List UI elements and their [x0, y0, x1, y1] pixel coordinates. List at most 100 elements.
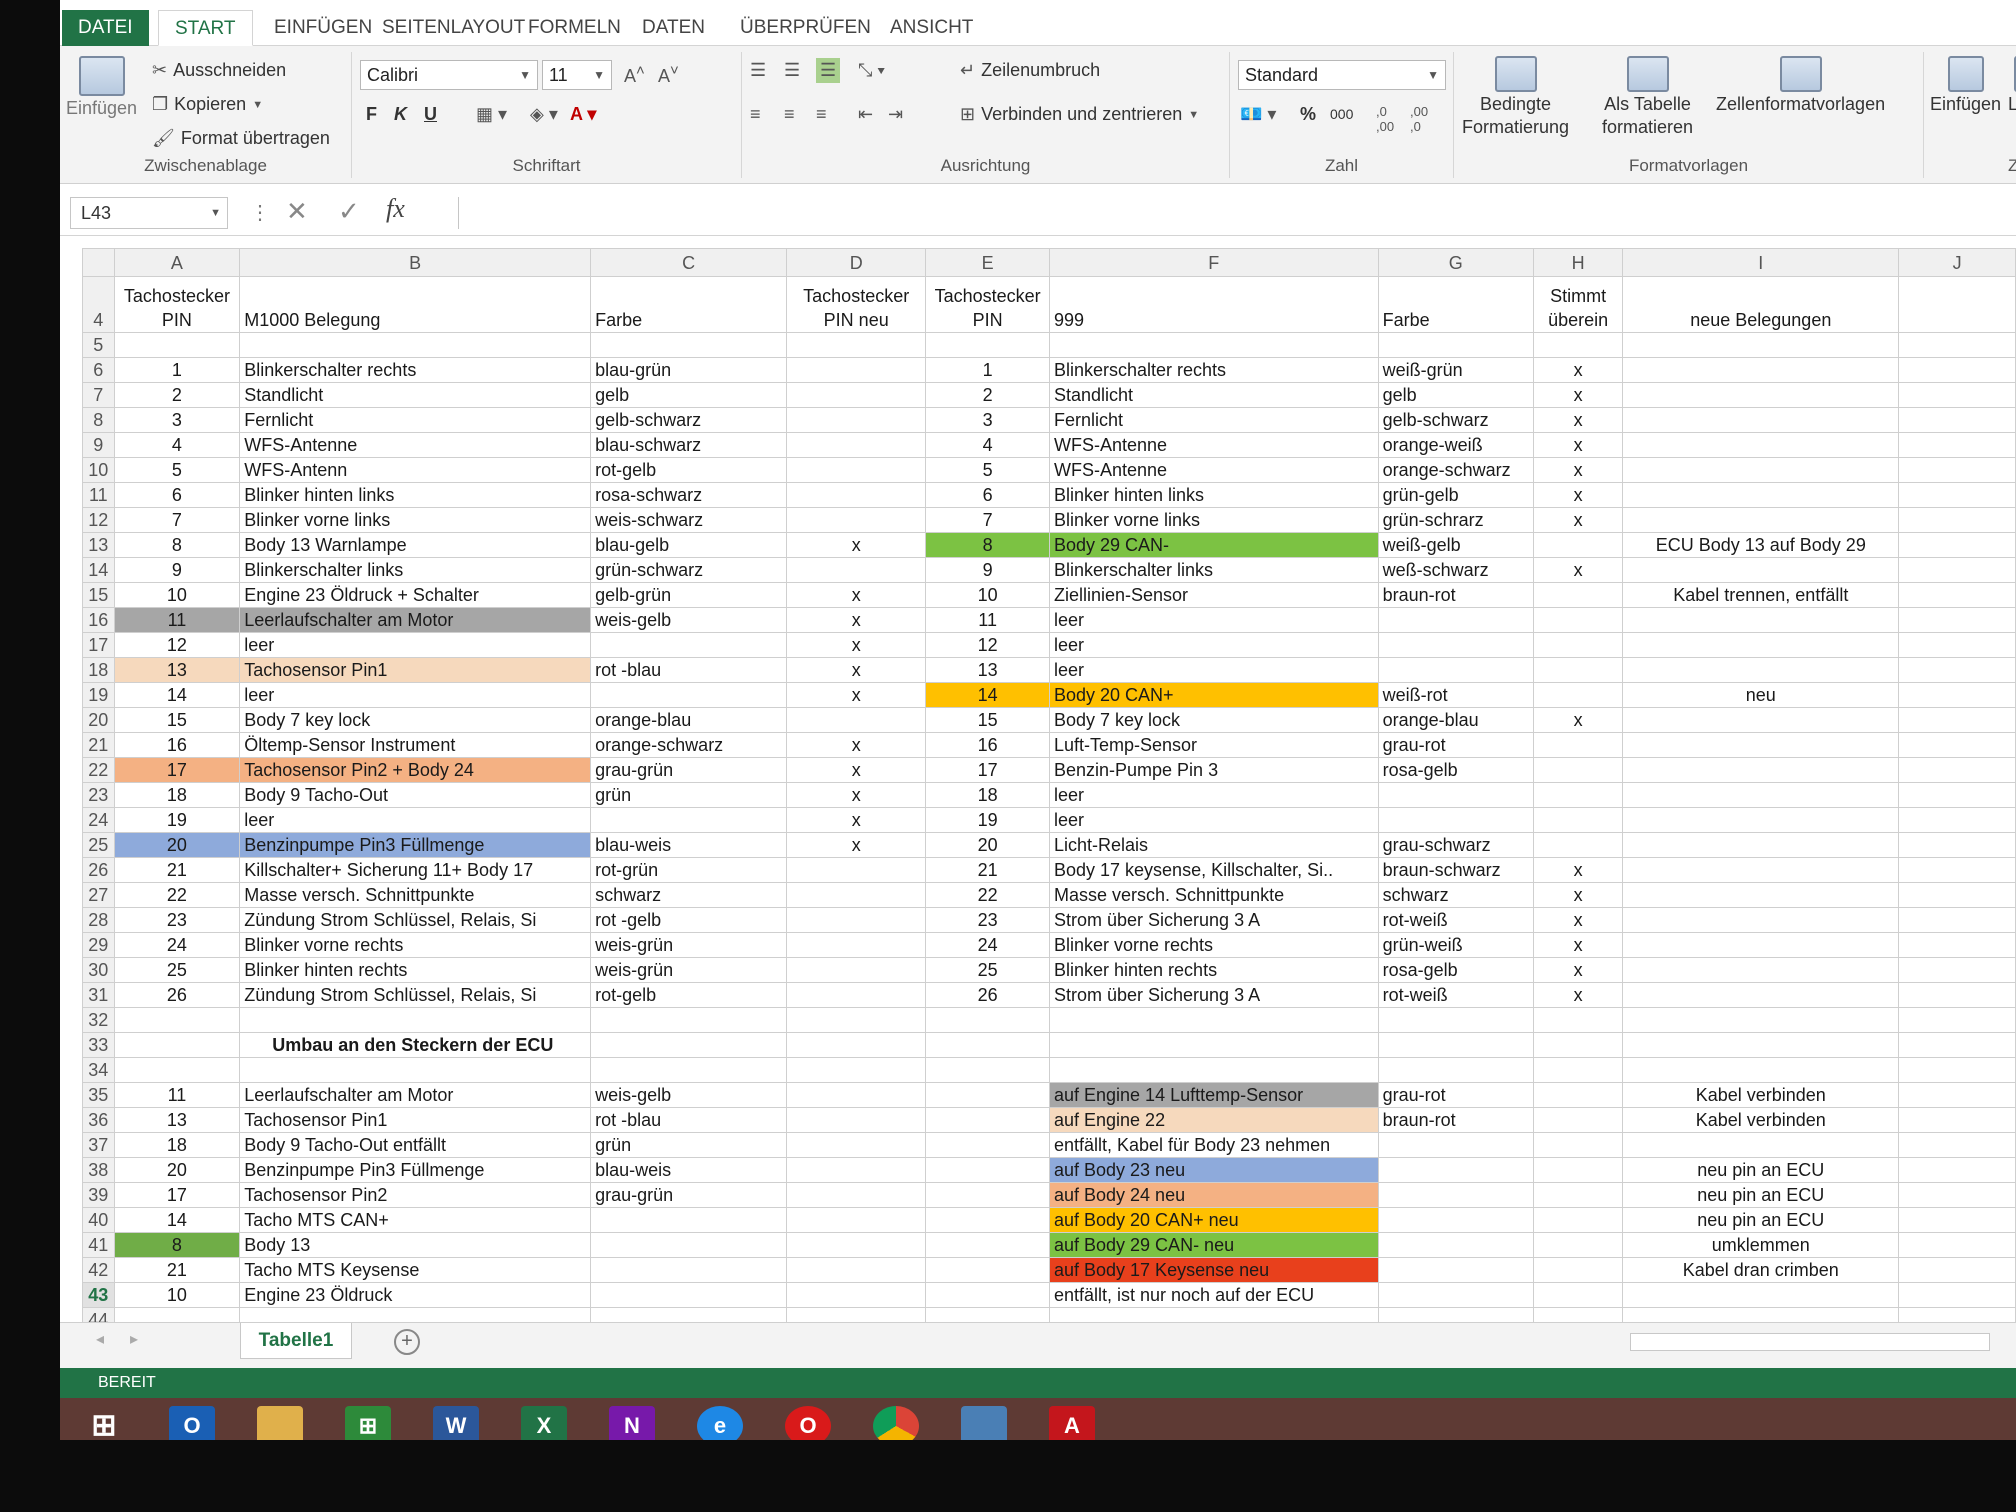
- paste-button[interactable]: Einfügen: [66, 56, 137, 119]
- cell[interactable]: weis-gelb: [590, 607, 788, 633]
- cell[interactable]: Tachosensor Pin2 + Body 24: [239, 757, 592, 783]
- row-header[interactable]: 13: [82, 532, 115, 558]
- cancel-icon[interactable]: ✕: [286, 196, 308, 227]
- cell[interactable]: [786, 1257, 927, 1283]
- cell[interactable]: 13: [113, 657, 241, 683]
- cell[interactable]: [1622, 632, 1900, 658]
- row-header[interactable]: 12: [82, 507, 115, 533]
- select-all-corner[interactable]: [82, 248, 115, 277]
- cell[interactable]: [1898, 507, 2016, 533]
- cell[interactable]: entfällt, Kabel für Body 23 nehmen: [1048, 1132, 1379, 1158]
- wrap-text-button[interactable]: ↵ Zeilenumbruch: [960, 60, 1100, 81]
- cell[interactable]: [786, 432, 927, 458]
- row-header[interactable]: 11: [82, 482, 115, 508]
- cell[interactable]: WFS-Antenne: [1048, 457, 1379, 483]
- cell[interactable]: 4: [113, 432, 241, 458]
- cell[interactable]: [786, 1182, 927, 1208]
- cell[interactable]: Standlicht: [1048, 382, 1379, 408]
- cell[interactable]: weis-schwarz: [590, 507, 788, 533]
- cell[interactable]: x: [1532, 457, 1624, 483]
- cell[interactable]: weis-grün: [590, 957, 788, 983]
- cell[interactable]: [925, 1057, 1050, 1083]
- cell[interactable]: grau-grün: [590, 757, 788, 783]
- cell[interactable]: x: [1532, 482, 1624, 508]
- cell[interactable]: grün-schrarz: [1377, 507, 1534, 533]
- cell[interactable]: [786, 982, 927, 1008]
- cell[interactable]: grau-grün: [590, 1182, 788, 1208]
- cell[interactable]: 8: [113, 1232, 241, 1258]
- cell[interactable]: [1048, 1032, 1379, 1058]
- cell[interactable]: [1532, 532, 1624, 558]
- currency-button[interactable]: 💶 ▾: [1240, 104, 1276, 125]
- cell[interactable]: [1622, 357, 1900, 383]
- cell[interactable]: auf Body 29 CAN- neu: [1048, 1232, 1379, 1258]
- row-header[interactable]: 32: [82, 1007, 115, 1033]
- cell[interactable]: 1: [925, 357, 1050, 383]
- add-sheet-icon[interactable]: +: [394, 1329, 420, 1355]
- cell[interactable]: [113, 1032, 241, 1058]
- cell[interactable]: [1898, 432, 2016, 458]
- cell[interactable]: [590, 1032, 788, 1058]
- cell[interactable]: x: [1532, 882, 1624, 908]
- cell[interactable]: [1898, 1207, 2016, 1233]
- cell[interactable]: [1048, 332, 1379, 358]
- tab-formeln[interactable]: FORMELN: [512, 10, 637, 46]
- confirm-icon[interactable]: ✓: [338, 196, 360, 227]
- insert-function-button[interactable]: fx: [386, 194, 405, 224]
- cell[interactable]: [1622, 982, 1900, 1008]
- cell[interactable]: 25: [113, 957, 241, 983]
- cell[interactable]: [786, 482, 927, 508]
- cell[interactable]: Blinker vorne links: [239, 507, 592, 533]
- cell[interactable]: [1048, 1057, 1379, 1083]
- cell[interactable]: Fernlicht: [1048, 407, 1379, 433]
- row-header[interactable]: 23: [82, 782, 115, 808]
- cell[interactable]: orange-blau: [590, 707, 788, 733]
- row-header[interactable]: 33: [82, 1032, 115, 1058]
- cell[interactable]: [786, 1107, 927, 1133]
- cell[interactable]: [1622, 1032, 1900, 1058]
- cell[interactable]: [1532, 332, 1624, 358]
- cell[interactable]: [1622, 407, 1900, 433]
- cell[interactable]: [1532, 1257, 1624, 1283]
- formula-input[interactable]: [458, 197, 2016, 229]
- cell[interactable]: weiß-gelb: [1377, 532, 1534, 558]
- cell[interactable]: umklemmen: [1622, 1232, 1900, 1258]
- cell[interactable]: [1622, 1282, 1900, 1308]
- cell[interactable]: 15: [113, 707, 241, 733]
- cell[interactable]: [1532, 807, 1624, 833]
- cell[interactable]: 10: [113, 582, 241, 608]
- cell[interactable]: [1622, 732, 1900, 758]
- cell[interactable]: leer: [1048, 782, 1379, 808]
- cell[interactable]: [1377, 1207, 1534, 1233]
- cell[interactable]: [786, 1232, 927, 1258]
- cell[interactable]: [1377, 657, 1534, 683]
- column-header[interactable]: C: [590, 248, 788, 277]
- cell[interactable]: 22: [925, 882, 1050, 908]
- cell[interactable]: [925, 1182, 1050, 1208]
- header-cell[interactable]: Tachostecker PIN: [925, 276, 1050, 333]
- cell[interactable]: Body 7 key lock: [1048, 707, 1379, 733]
- grow-font-button[interactable]: A˄: [624, 62, 645, 87]
- cell[interactable]: orange-schwarz: [1377, 457, 1534, 483]
- cell[interactable]: Benzinpumpe Pin3 Füllmenge: [239, 1157, 592, 1183]
- cell[interactable]: [590, 1257, 788, 1283]
- cell[interactable]: x: [786, 532, 927, 558]
- taskbar-onenote[interactable]: N: [588, 1398, 676, 1440]
- cell[interactable]: Öltemp-Sensor Instrument: [239, 732, 592, 758]
- cell[interactable]: blau-schwarz: [590, 432, 788, 458]
- cell[interactable]: x: [1532, 557, 1624, 583]
- row-header[interactable]: 18: [82, 657, 115, 683]
- cell[interactable]: weß-schwarz: [1377, 557, 1534, 583]
- cell[interactable]: schwarz: [590, 882, 788, 908]
- cell[interactable]: 2: [925, 382, 1050, 408]
- cell[interactable]: [1622, 1132, 1900, 1158]
- cell[interactable]: [1898, 907, 2016, 933]
- cell[interactable]: [1532, 1157, 1624, 1183]
- row-header[interactable]: 36: [82, 1107, 115, 1133]
- cell[interactable]: 21: [925, 857, 1050, 883]
- cell[interactable]: 20: [113, 832, 241, 858]
- cell[interactable]: [1898, 357, 2016, 383]
- format-painter-button[interactable]: 🖌 Format übertragen: [152, 128, 330, 149]
- taskbar-outlook[interactable]: O: [148, 1398, 236, 1440]
- cell[interactable]: 14: [113, 1207, 241, 1233]
